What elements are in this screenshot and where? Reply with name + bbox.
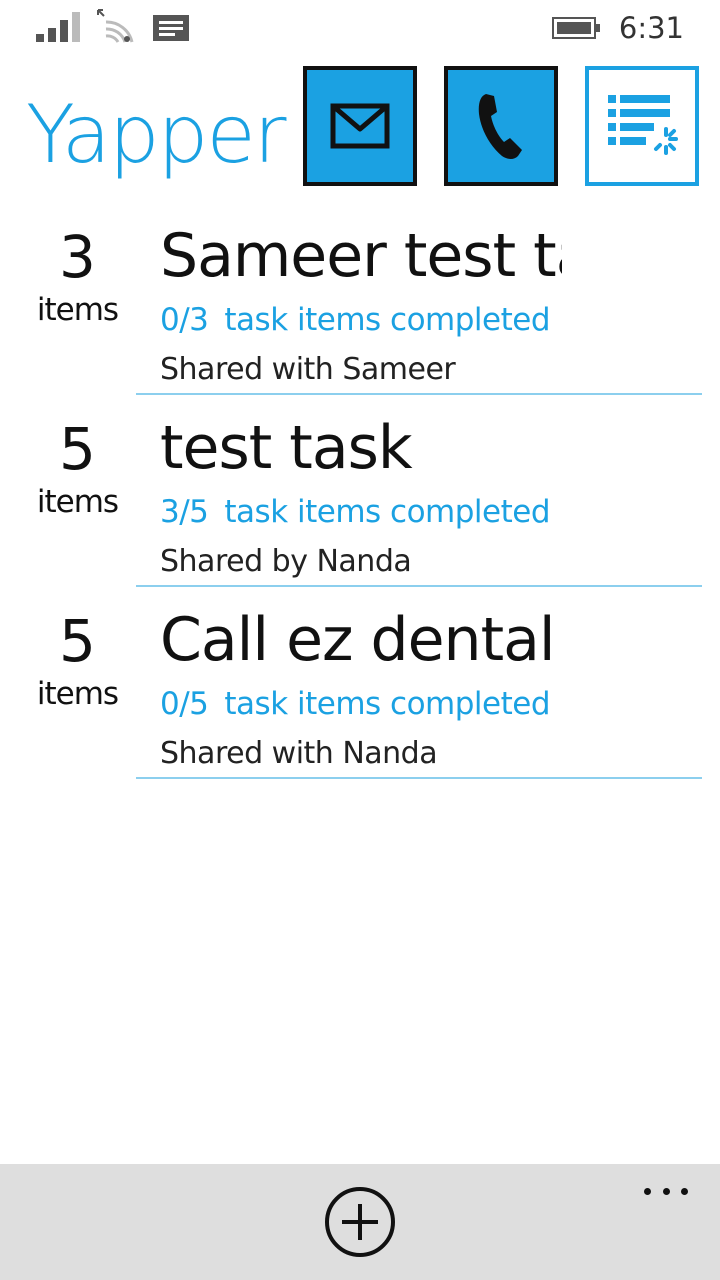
task-progress: 3/5 task items completed	[160, 492, 551, 532]
add-circle-icon	[325, 1187, 395, 1257]
task-title: test task	[160, 413, 413, 483]
ellipsis-dot	[644, 1187, 651, 1195]
status-bar: 6:31	[0, 0, 720, 56]
task-title: Call ez dental	[160, 605, 556, 675]
list-refresh-icon	[608, 95, 678, 155]
task-count-number: 5	[59, 607, 96, 675]
app-title: Yapper	[26, 88, 287, 181]
task-shared: Shared with Nanda	[160, 736, 438, 771]
phone-icon	[478, 94, 522, 159]
task-progress-label: task items completed	[224, 494, 551, 530]
task-progress-count: 3/5	[160, 494, 209, 530]
task-count-number: 5	[59, 415, 96, 483]
screen: 6:31 Yapper 3 items Sameer test t 0/3 ta…	[0, 0, 720, 1280]
task-item[interactable]: 5 items test task 3/5 task items complete…	[0, 404, 720, 596]
app-bar	[0, 1164, 720, 1280]
envelope-icon	[330, 103, 390, 149]
task-count: 3 items	[0, 212, 155, 330]
task-count-unit: items	[36, 676, 119, 712]
task-divider	[136, 393, 702, 395]
task-item[interactable]: 3 items Sameer test task 0/3 task items c…	[0, 212, 720, 404]
task-divider	[136, 585, 702, 587]
list-refresh-button[interactable]	[585, 66, 699, 186]
task-item[interactable]: 5 items Call ez dental 0/5 task items com…	[0, 596, 720, 788]
task-progress-label: task items completed	[224, 686, 551, 722]
add-button[interactable]	[324, 1186, 396, 1258]
call-button[interactable]	[444, 66, 558, 186]
task-divider	[136, 777, 702, 779]
signal-icon	[36, 12, 80, 42]
task-shared: Shared by Nanda	[160, 544, 412, 579]
task-progress: 0/5 task items completed	[160, 684, 551, 724]
ellipsis-dot	[662, 1187, 670, 1195]
messages-icon	[153, 15, 189, 41]
task-count: 5 items	[0, 404, 155, 522]
wifi-icon	[97, 9, 134, 43]
email-button[interactable]	[303, 66, 417, 186]
task-progress: 0/3 task items completed	[160, 300, 551, 340]
task-list: 3 items Sameer test task 0/3 task items c…	[0, 212, 720, 788]
task-count-number: 3	[59, 223, 96, 291]
task-title: Sameer test task	[160, 221, 562, 291]
task-shared: Shared with Sameer	[160, 352, 456, 387]
status-time: 6:31	[618, 11, 684, 45]
task-progress-label: task items completed	[224, 302, 551, 338]
battery-icon	[552, 17, 600, 39]
task-progress-count: 0/3	[160, 302, 209, 338]
task-progress-count: 0/5	[160, 686, 209, 722]
task-count-unit: items	[36, 484, 119, 520]
task-count-unit: items	[36, 292, 119, 328]
ellipsis-dot	[681, 1187, 688, 1195]
task-count: 5 items	[0, 596, 155, 714]
ellipsis-icon[interactable]	[636, 1176, 696, 1206]
